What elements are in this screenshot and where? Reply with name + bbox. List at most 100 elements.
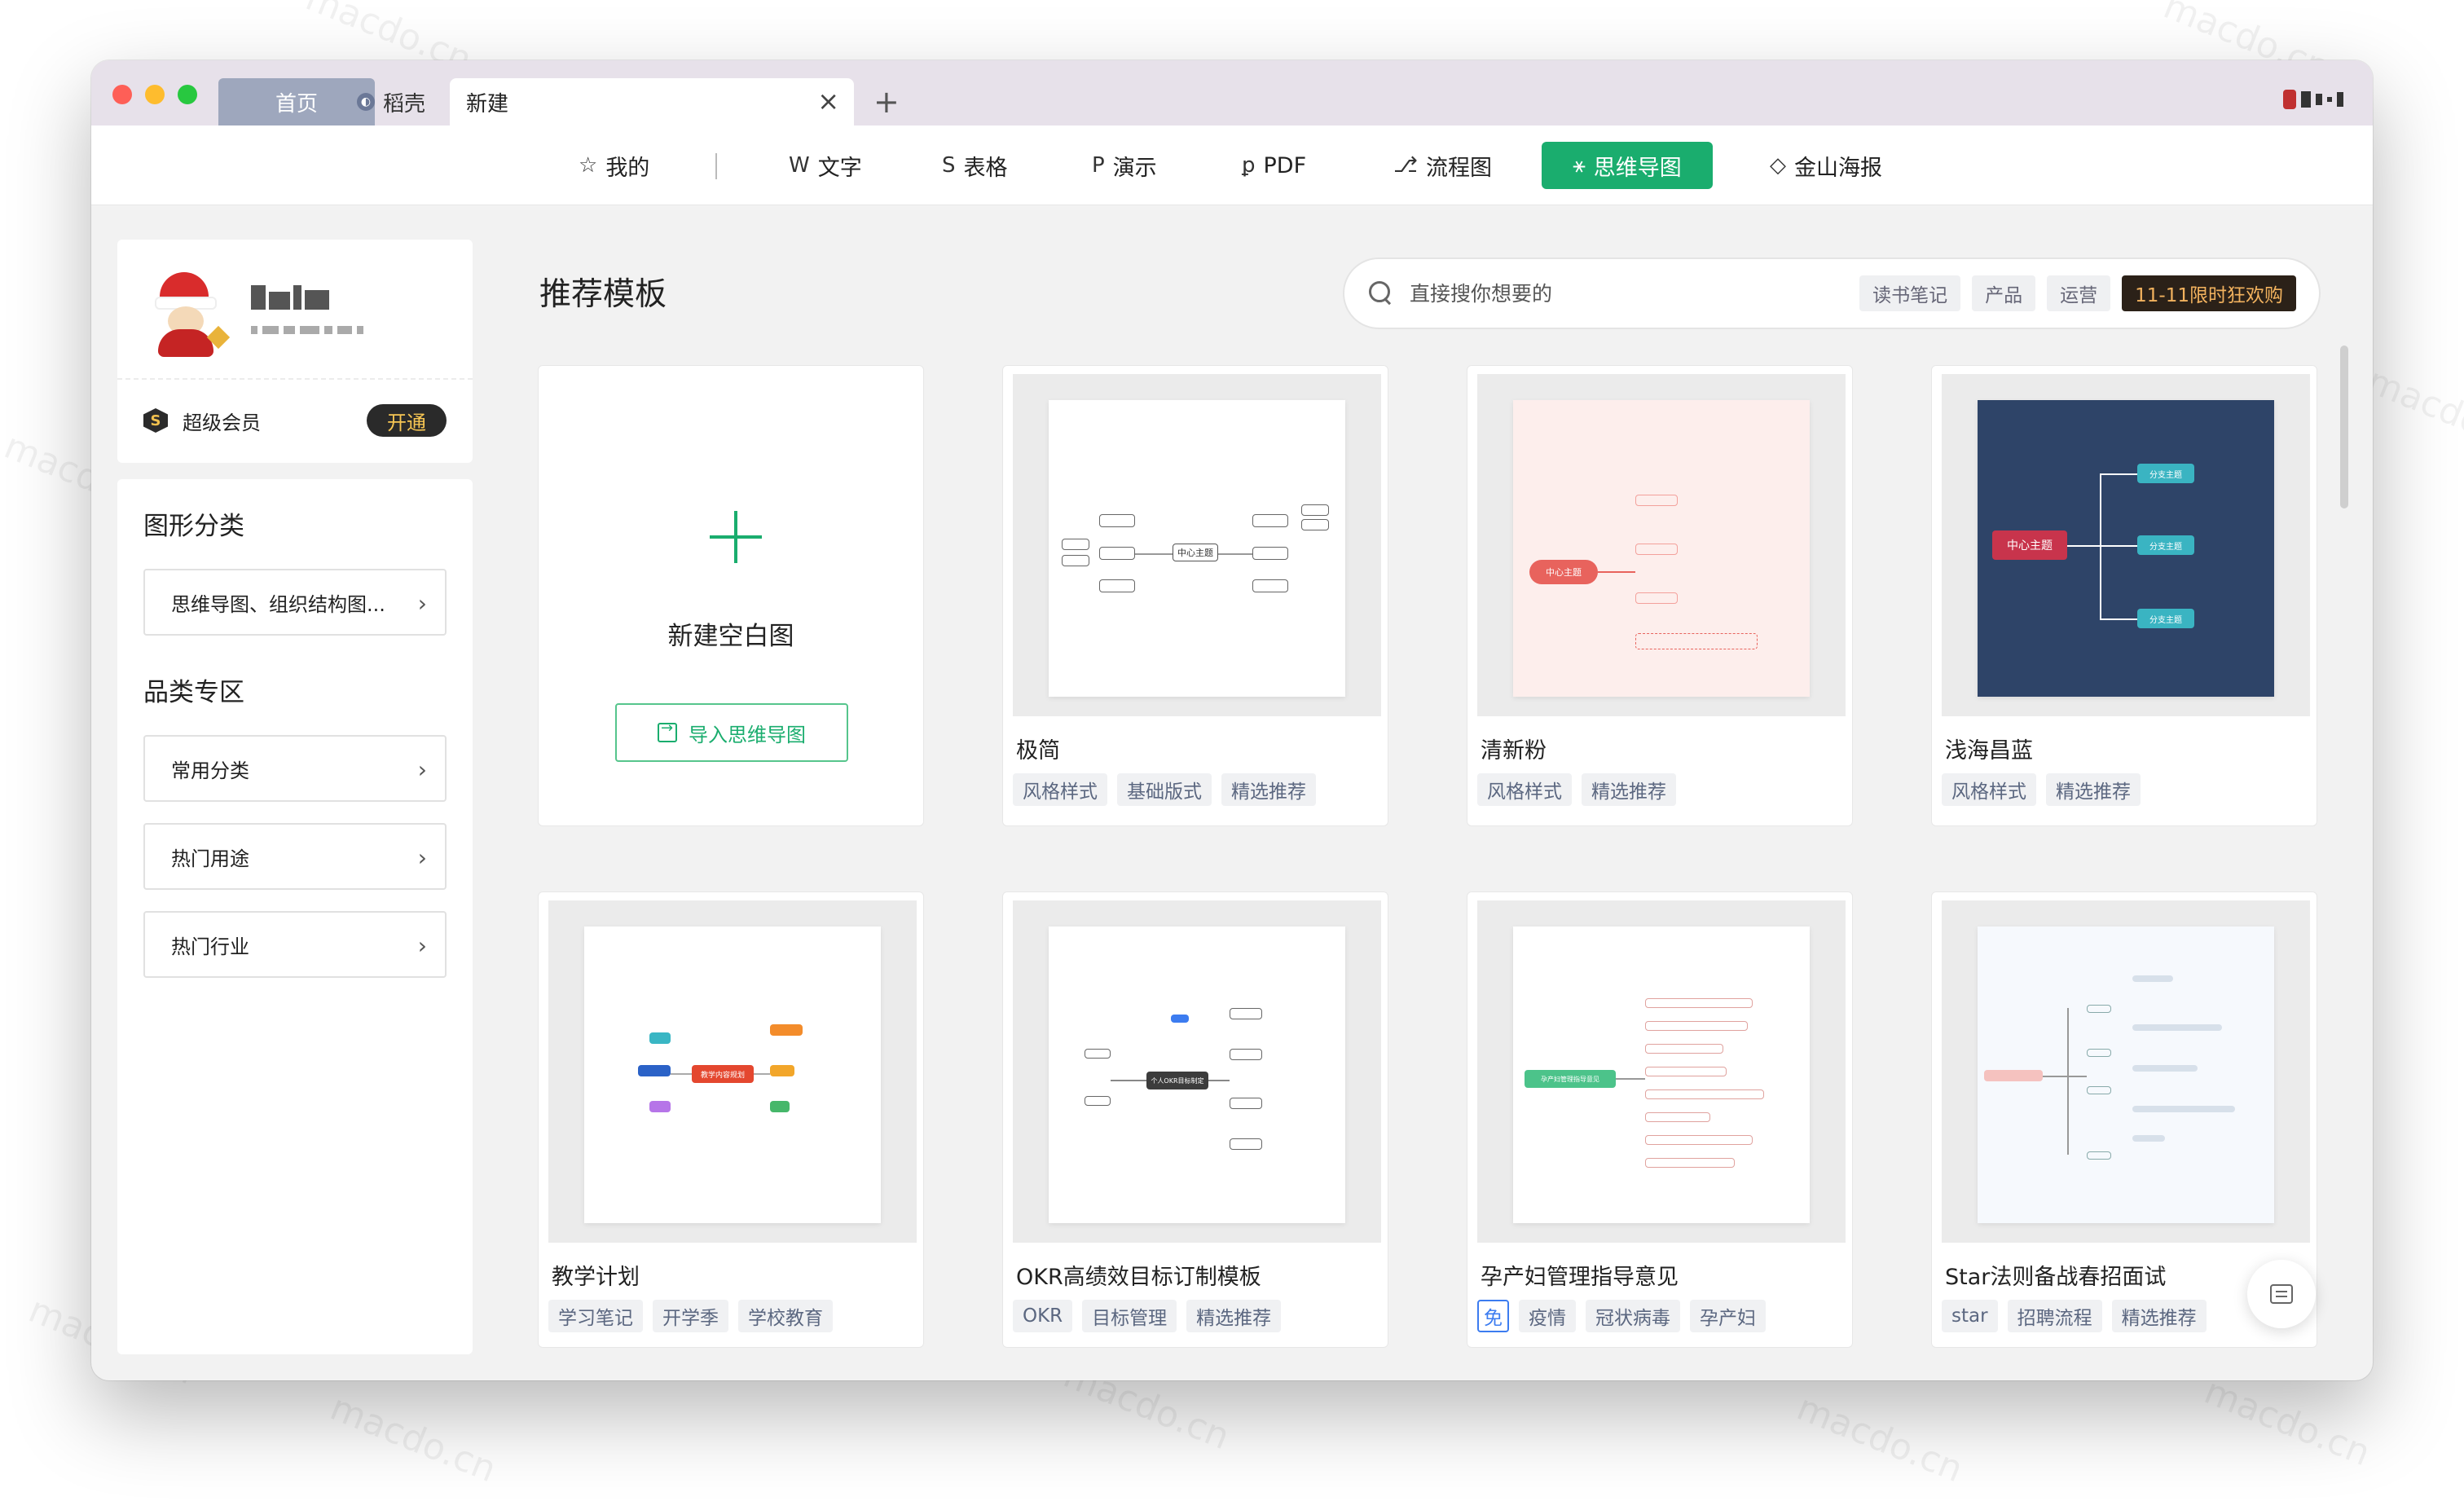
plus-icon <box>710 511 762 563</box>
template-tag[interactable]: star <box>1942 1300 1998 1332</box>
branch-node <box>1099 514 1135 527</box>
tab-poster-label: 金山海报 <box>1794 155 1882 181</box>
center-node: 孕产妇管理指导意见 <box>1525 1070 1616 1088</box>
template-tag[interactable]: 目标管理 <box>1082 1300 1177 1332</box>
connector <box>1616 1078 1645 1080</box>
template-tag[interactable]: 疫情 <box>1519 1300 1576 1332</box>
connector <box>754 1073 770 1075</box>
daoke-icon: ◐ <box>357 93 375 111</box>
sub-node <box>1301 519 1329 530</box>
connector <box>1135 553 1173 555</box>
open-membership-button[interactable]: 开通 <box>367 404 447 437</box>
tab-writer[interactable]: W 文字 <box>779 142 872 189</box>
tab-new[interactable]: 新建 × <box>450 78 854 125</box>
graph-category-heading: 图形分类 <box>143 512 244 541</box>
s-icon: S <box>942 153 956 178</box>
template-title: 孕产妇管理指导意见 <box>1481 1265 1679 1290</box>
template-tag[interactable]: 孕产妇 <box>1690 1300 1766 1332</box>
tab-spreadsheet-label: 表格 <box>963 155 1008 181</box>
template-tag[interactable]: 基础版式 <box>1117 773 1212 806</box>
template-tag[interactable]: 学习笔记 <box>548 1300 643 1332</box>
template-tags: 风格样式 基础版式 精选推荐 <box>1013 773 1316 806</box>
branch-node <box>1635 633 1758 649</box>
template-thumbnail: 中心主题 <box>1013 374 1381 716</box>
tab-presentation[interactable]: P 演示 <box>1082 142 1167 189</box>
tab-spreadsheet[interactable]: S 表格 <box>932 142 1018 189</box>
promo-tag[interactable]: 11-11限时狂欢购 <box>2122 275 2296 311</box>
connector <box>2067 545 2137 547</box>
template-tags: 免 疫情 冠状病毒 孕产妇 <box>1477 1300 1766 1332</box>
template-card[interactable]: 教学内容规划 教学计划 学习笔记 开学季 学校教育 <box>538 891 924 1348</box>
branch-node <box>1645 1021 1748 1031</box>
close-window-button[interactable] <box>112 85 132 104</box>
account-avatar[interactable] <box>2283 90 2343 109</box>
template-card[interactable]: 孕产妇管理指导意见 孕产妇管理指导意见 免 疫情 冠状病毒 孕产妇 <box>1467 891 1853 1348</box>
template-tag[interactable]: 精选推荐 <box>2046 773 2141 806</box>
branch-node: 分支主题 <box>2137 464 2194 483</box>
template-tag[interactable]: 学校教育 <box>738 1300 833 1332</box>
new-tab-button[interactable]: + <box>873 78 900 125</box>
watermark: macdo.cn <box>324 1386 502 1491</box>
template-title: 极简 <box>1016 738 1060 764</box>
profile-card: S 超级会员 开通 <box>117 240 473 463</box>
template-tag[interactable]: 招聘流程 <box>2007 1300 2102 1332</box>
import-mindmap-button[interactable]: 导入思维导图 <box>615 703 848 762</box>
import-label: 导入思维导图 <box>689 723 806 746</box>
poster-icon: ◇ <box>1770 153 1786 178</box>
search-icon <box>1369 281 1393 306</box>
scrollbar[interactable] <box>2340 346 2348 508</box>
branch-node <box>1645 998 1753 1008</box>
template-title: 浅海昌蓝 <box>1945 738 2033 764</box>
search-bar: 读书笔记 产品 运营 11-11限时狂欢购 <box>1343 258 2321 329</box>
graph-type-select[interactable]: 思维导图、组织结构图... › <box>143 569 447 636</box>
tab-pdf[interactable]: ꝑ PDF <box>1232 142 1316 189</box>
branch-node <box>1645 1044 1723 1054</box>
template-card[interactable]: 个人OKR目标制定 OKR高绩效目标订制模板 OKR 目标管理 精选推荐 <box>1002 891 1388 1348</box>
filter-common-category[interactable]: 常用分类 › <box>143 735 447 802</box>
search-tag[interactable]: 产品 <box>1972 275 2036 311</box>
page-title: 推荐模板 <box>539 276 667 313</box>
center-node: 中心主题 <box>1992 530 2067 560</box>
search-tag[interactable]: 读书笔记 <box>1859 275 1961 311</box>
template-tag[interactable]: 精选推荐 <box>2111 1300 2207 1332</box>
template-tag[interactable]: 精选推荐 <box>1186 1300 1282 1332</box>
template-tag[interactable]: 风格样式 <box>1013 773 1107 806</box>
search-input[interactable] <box>1410 281 1817 306</box>
template-tag[interactable]: 冠状病毒 <box>1586 1300 1680 1332</box>
branch-node <box>1635 544 1678 555</box>
divider <box>117 378 473 380</box>
tab-mindmap[interactable]: ⚹ 思维导图 <box>1542 142 1713 189</box>
template-tag[interactable]: 风格样式 <box>1477 773 1572 806</box>
template-tag[interactable]: OKR <box>1013 1300 1073 1332</box>
connector <box>2067 1008 2069 1155</box>
filter-hot-usage[interactable]: 热门用途 › <box>143 823 447 890</box>
search-tag[interactable]: 运营 <box>2047 275 2111 311</box>
template-tag[interactable]: 风格样式 <box>1942 773 2036 806</box>
filter-hot-industry[interactable]: 热门行业 › <box>143 911 447 978</box>
template-card[interactable]: 中心主题 清新粉 风格样式 精选推荐 <box>1467 365 1853 826</box>
template-tags: 风格样式 精选推荐 <box>1477 773 1676 806</box>
connector <box>1218 553 1252 555</box>
tab-poster[interactable]: ◇ 金山海报 <box>1760 142 1892 189</box>
template-tag[interactable]: 精选推荐 <box>1221 773 1316 806</box>
template-tag[interactable]: 精选推荐 <box>1582 773 1676 806</box>
title-bar: 首页 ◐ 稻壳 新建 × + <box>91 60 2373 125</box>
tab-my[interactable]: ☆ 我的 <box>569 142 659 189</box>
template-card[interactable]: 中心主题 分支主题 分支主题 分支主题 浅海昌蓝 风格样式 精选推荐 <box>1931 365 2317 826</box>
close-icon[interactable]: × <box>817 88 839 114</box>
connector <box>2100 618 2137 620</box>
template-title: Star法则备战春招面试 <box>1945 1265 2167 1290</box>
filter-panel: 图形分类 思维导图、组织结构图... › 品类专区 常用分类 › 热门用途 › … <box>117 479 473 1354</box>
minimize-window-button[interactable] <box>145 85 165 104</box>
filter-label: 常用分类 <box>171 759 249 782</box>
new-blank-card[interactable]: 新建空白图 导入思维导图 <box>538 365 924 826</box>
tab-flowchart[interactable]: ⎇ 流程图 <box>1384 142 1502 189</box>
feedback-button[interactable] <box>2247 1260 2316 1328</box>
avatar[interactable] <box>148 272 231 357</box>
maximize-window-button[interactable] <box>178 85 197 104</box>
sub-node <box>2132 1135 2165 1142</box>
branch-node <box>1230 1098 1262 1109</box>
tab-my-label: 我的 <box>605 155 650 181</box>
template-tag[interactable]: 开学季 <box>653 1300 728 1332</box>
template-card[interactable]: 中心主题 极简 风格样式 基础版式 精选推荐 <box>1002 365 1388 826</box>
